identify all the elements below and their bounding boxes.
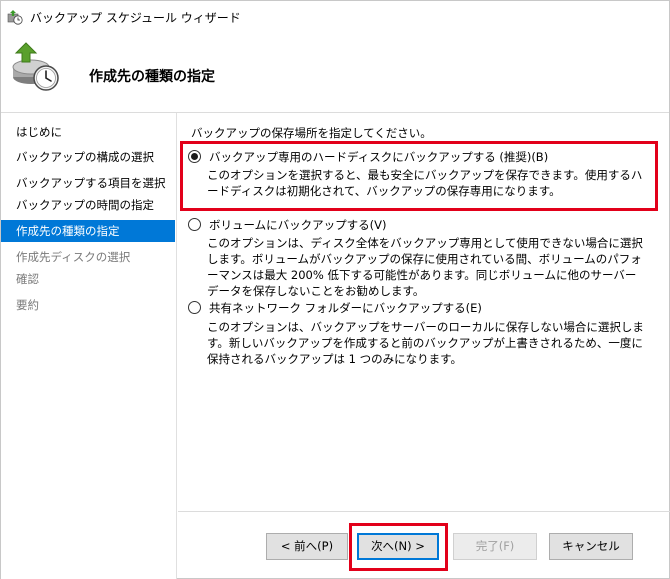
page-title: 作成先の種類の指定 <box>89 69 215 85</box>
wizard-window: バックアップ スケジュール ウィザード 作成先の種類の指定 はじめに バックアッ… <box>0 0 670 579</box>
radio-network-share[interactable] <box>188 301 201 314</box>
nav-step-summary: 要約 <box>16 298 39 312</box>
nav-step-intro[interactable]: はじめに <box>1 121 175 143</box>
cancel-button[interactable]: キャンセル <box>549 533 633 560</box>
nav-step-destination-type[interactable]: 作成先の種類の指定 <box>1 220 175 242</box>
wizard-header: 作成先の種類の指定 <box>1 32 669 112</box>
nav-step-confirm: 確認 <box>16 272 39 286</box>
highlight-box-next <box>349 523 448 571</box>
option-volume-description: このオプションは、ディスク全体をバックアップ専用として使用できない場合に選択しま… <box>207 236 643 298</box>
option-network-share-description: このオプションは、バックアップをサーバーのローカルに保存しない場合に選択します。… <box>207 320 644 366</box>
footer-divider <box>178 511 670 512</box>
nav-step-backup-config[interactable]: バックアップの構成の選択 <box>1 146 175 168</box>
nav-step-destination-disk: 作成先ディスクの選択 <box>16 250 131 264</box>
nav-step-backup-time[interactable]: バックアップの時間の指定 <box>1 194 175 216</box>
wizard-step-nav: はじめに バックアップの構成の選択 バックアップする項目を選択 バックアップの時… <box>1 113 177 579</box>
finish-button: 完了(F) <box>453 533 537 560</box>
option-network-share-label[interactable]: 共有ネットワーク フォルダーにバックアップする(E) <box>209 300 482 316</box>
radio-volume[interactable] <box>188 218 201 231</box>
title-bar: バックアップ スケジュール ウィザード <box>1 1 669 32</box>
instruction-text: バックアップの保存場所を指定してください。 <box>191 126 432 140</box>
back-button[interactable]: < 前へ(P) <box>266 533 348 560</box>
highlight-box-option <box>180 141 658 211</box>
wizard-backup-icon <box>12 42 59 91</box>
option-volume-label[interactable]: ボリュームにバックアップする(V) <box>209 217 387 233</box>
window-title: バックアップ スケジュール ウィザード <box>30 11 241 25</box>
nav-step-select-items[interactable]: バックアップする項目を選択 <box>1 172 175 194</box>
backup-schedule-icon <box>7 10 23 25</box>
